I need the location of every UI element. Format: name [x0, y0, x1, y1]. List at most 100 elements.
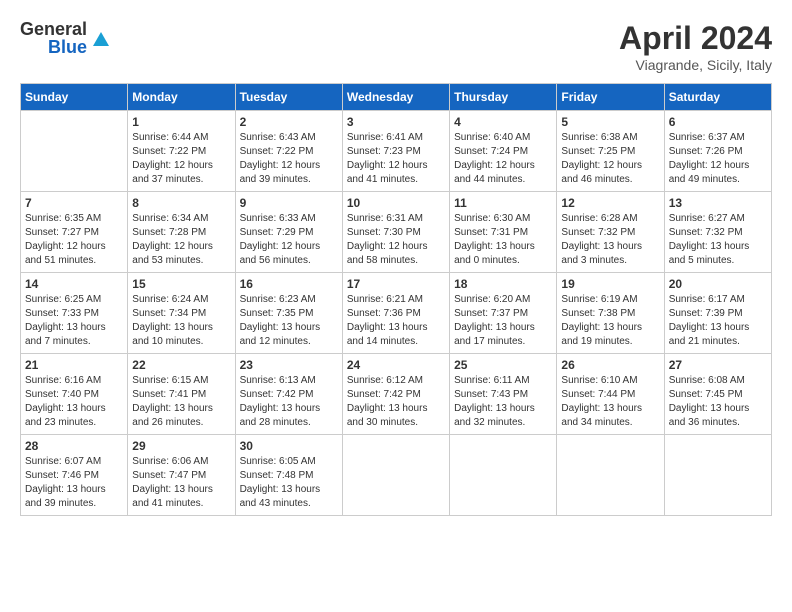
calendar-cell: 25Sunrise: 6:11 AM Sunset: 7:43 PM Dayli…	[450, 354, 557, 435]
calendar-cell: 10Sunrise: 6:31 AM Sunset: 7:30 PM Dayli…	[342, 192, 449, 273]
logo-icon	[91, 28, 111, 48]
day-info: Sunrise: 6:41 AM Sunset: 7:23 PM Dayligh…	[347, 131, 445, 187]
day-info: Sunrise: 6:12 AM Sunset: 7:42 PM Dayligh…	[347, 374, 445, 430]
day-info: Sunrise: 6:40 AM Sunset: 7:24 PM Dayligh…	[454, 131, 552, 187]
day-number: 12	[561, 196, 659, 210]
day-number: 1	[132, 115, 230, 129]
col-header-saturday: Saturday	[664, 84, 771, 111]
calendar-cell: 22 Sunrise: 6:15 AM Sunset: 7:41 PM Dayli…	[128, 354, 235, 435]
day-number: 15	[132, 277, 230, 291]
calendar-cell: 7Sunrise: 6:35 AM Sunset: 7:27 PM Daylig…	[21, 192, 128, 273]
calendar-cell: 18 Sunrise: 6:20 AM Sunset: 7:37 PM Dayli…	[450, 273, 557, 354]
calendar-cell: 3Sunrise: 6:41 AM Sunset: 7:23 PM Daylig…	[342, 111, 449, 192]
day-number: 10	[347, 196, 445, 210]
calendar-cell	[557, 435, 664, 516]
day-info: Sunrise: 6:37 AM Sunset: 7:26 PM Dayligh…	[669, 131, 767, 187]
day-info: Sunrise: 6:13 AM Sunset: 7:42 PM Dayligh…	[240, 374, 338, 430]
day-info: Sunrise: 6:34 AM Sunset: 7:28 PM Dayligh…	[132, 212, 230, 268]
day-number: 27	[669, 358, 767, 372]
calendar-cell: 15Sunrise: 6:24 AM Sunset: 7:34 PM Dayli…	[128, 273, 235, 354]
location-subtitle: Viagrande, Sicily, Italy	[619, 57, 772, 73]
calendar-cell: 21 Sunrise: 6:16 AM Sunset: 7:40 PM Dayli…	[21, 354, 128, 435]
day-info: Sunrise: 6:30 AM Sunset: 7:31 PM Dayligh…	[454, 212, 552, 268]
day-number: 8	[132, 196, 230, 210]
logo-general-text: General	[20, 20, 87, 38]
day-number: 24	[347, 358, 445, 372]
calendar-cell	[450, 435, 557, 516]
col-header-tuesday: Tuesday	[235, 84, 342, 111]
col-header-thursday: Thursday	[450, 84, 557, 111]
calendar-cell	[664, 435, 771, 516]
day-number: 6	[669, 115, 767, 129]
day-number: 14	[25, 277, 123, 291]
day-info: Sunrise: 6:05 AM Sunset: 7:48 PM Dayligh…	[240, 455, 338, 511]
day-number: 7	[25, 196, 123, 210]
day-number: 29	[132, 439, 230, 453]
calendar-cell: 16 Sunrise: 6:23 AM Sunset: 7:35 PM Dayli…	[235, 273, 342, 354]
day-info: Sunrise: 6:43 AM Sunset: 7:22 PM Dayligh…	[240, 131, 338, 187]
day-info: Sunrise: 6:08 AM Sunset: 7:45 PM Dayligh…	[669, 374, 767, 430]
day-number: 5	[561, 115, 659, 129]
day-info: Sunrise: 6:38 AM Sunset: 7:25 PM Dayligh…	[561, 131, 659, 187]
day-info: Sunrise: 6:44 AM Sunset: 7:22 PM Dayligh…	[132, 131, 230, 187]
day-number: 20	[669, 277, 767, 291]
day-info: Sunrise: 6:23 AM Sunset: 7:35 PM Dayligh…	[240, 293, 338, 349]
day-number: 22	[132, 358, 230, 372]
calendar-cell: 17 Sunrise: 6:21 AM Sunset: 7:36 PM Dayli…	[342, 273, 449, 354]
calendar-week-row: 7Sunrise: 6:35 AM Sunset: 7:27 PM Daylig…	[21, 192, 772, 273]
calendar-cell: 28 Sunrise: 6:07 AM Sunset: 7:46 PM Dayli…	[21, 435, 128, 516]
day-number: 19	[561, 277, 659, 291]
month-title: April 2024	[619, 20, 772, 57]
day-info: Sunrise: 6:19 AM Sunset: 7:38 PM Dayligh…	[561, 293, 659, 349]
calendar-table: SundayMondayTuesdayWednesdayThursdayFrid…	[20, 83, 772, 516]
day-number: 28	[25, 439, 123, 453]
day-info: Sunrise: 6:25 AM Sunset: 7:33 PM Dayligh…	[25, 293, 123, 349]
day-number: 26	[561, 358, 659, 372]
day-number: 9	[240, 196, 338, 210]
calendar-cell: 13Sunrise: 6:27 AM Sunset: 7:32 PM Dayli…	[664, 192, 771, 273]
calendar-week-row: 1 Sunrise: 6:44 AM Sunset: 7:22 PM Daylig…	[21, 111, 772, 192]
day-number: 18	[454, 277, 552, 291]
calendar-cell: 26Sunrise: 6:10 AM Sunset: 7:44 PM Dayli…	[557, 354, 664, 435]
day-info: Sunrise: 6:11 AM Sunset: 7:43 PM Dayligh…	[454, 374, 552, 430]
day-number: 16	[240, 277, 338, 291]
calendar-cell: 8 Sunrise: 6:34 AM Sunset: 7:28 PM Daylig…	[128, 192, 235, 273]
calendar-cell: 20 Sunrise: 6:17 AM Sunset: 7:39 PM Dayli…	[664, 273, 771, 354]
col-header-monday: Monday	[128, 84, 235, 111]
calendar-cell	[342, 435, 449, 516]
calendar-cell: 23 Sunrise: 6:13 AM Sunset: 7:42 PM Dayli…	[235, 354, 342, 435]
calendar-cell: 12 Sunrise: 6:28 AM Sunset: 7:32 PM Dayli…	[557, 192, 664, 273]
day-info: Sunrise: 6:16 AM Sunset: 7:40 PM Dayligh…	[25, 374, 123, 430]
day-info: Sunrise: 6:07 AM Sunset: 7:46 PM Dayligh…	[25, 455, 123, 511]
calendar-cell: 2 Sunrise: 6:43 AM Sunset: 7:22 PM Daylig…	[235, 111, 342, 192]
calendar-cell: 14 Sunrise: 6:25 AM Sunset: 7:33 PM Dayli…	[21, 273, 128, 354]
day-info: Sunrise: 6:28 AM Sunset: 7:32 PM Dayligh…	[561, 212, 659, 268]
calendar-cell: 24 Sunrise: 6:12 AM Sunset: 7:42 PM Dayli…	[342, 354, 449, 435]
calendar-cell: 1 Sunrise: 6:44 AM Sunset: 7:22 PM Daylig…	[128, 111, 235, 192]
calendar-week-row: 21 Sunrise: 6:16 AM Sunset: 7:40 PM Dayli…	[21, 354, 772, 435]
day-number: 4	[454, 115, 552, 129]
calendar-cell: 4 Sunrise: 6:40 AM Sunset: 7:24 PM Daylig…	[450, 111, 557, 192]
logo: General Blue	[20, 20, 111, 56]
page-header: General Blue April 2024 Viagrande, Sicil…	[20, 20, 772, 73]
calendar-cell: 29Sunrise: 6:06 AM Sunset: 7:47 PM Dayli…	[128, 435, 235, 516]
day-number: 2	[240, 115, 338, 129]
title-area: April 2024 Viagrande, Sicily, Italy	[619, 20, 772, 73]
calendar-week-row: 28 Sunrise: 6:07 AM Sunset: 7:46 PM Dayli…	[21, 435, 772, 516]
calendar-cell: 6 Sunrise: 6:37 AM Sunset: 7:26 PM Daylig…	[664, 111, 771, 192]
calendar-cell	[21, 111, 128, 192]
day-info: Sunrise: 6:17 AM Sunset: 7:39 PM Dayligh…	[669, 293, 767, 349]
day-info: Sunrise: 6:15 AM Sunset: 7:41 PM Dayligh…	[132, 374, 230, 430]
day-number: 17	[347, 277, 445, 291]
calendar-cell: 11Sunrise: 6:30 AM Sunset: 7:31 PM Dayli…	[450, 192, 557, 273]
calendar-week-row: 14 Sunrise: 6:25 AM Sunset: 7:33 PM Dayli…	[21, 273, 772, 354]
day-number: 23	[240, 358, 338, 372]
calendar-cell: 27 Sunrise: 6:08 AM Sunset: 7:45 PM Dayli…	[664, 354, 771, 435]
col-header-friday: Friday	[557, 84, 664, 111]
day-number: 21	[25, 358, 123, 372]
calendar-header-row: SundayMondayTuesdayWednesdayThursdayFrid…	[21, 84, 772, 111]
day-info: Sunrise: 6:20 AM Sunset: 7:37 PM Dayligh…	[454, 293, 552, 349]
day-info: Sunrise: 6:21 AM Sunset: 7:36 PM Dayligh…	[347, 293, 445, 349]
calendar-cell: 19 Sunrise: 6:19 AM Sunset: 7:38 PM Dayli…	[557, 273, 664, 354]
day-number: 30	[240, 439, 338, 453]
